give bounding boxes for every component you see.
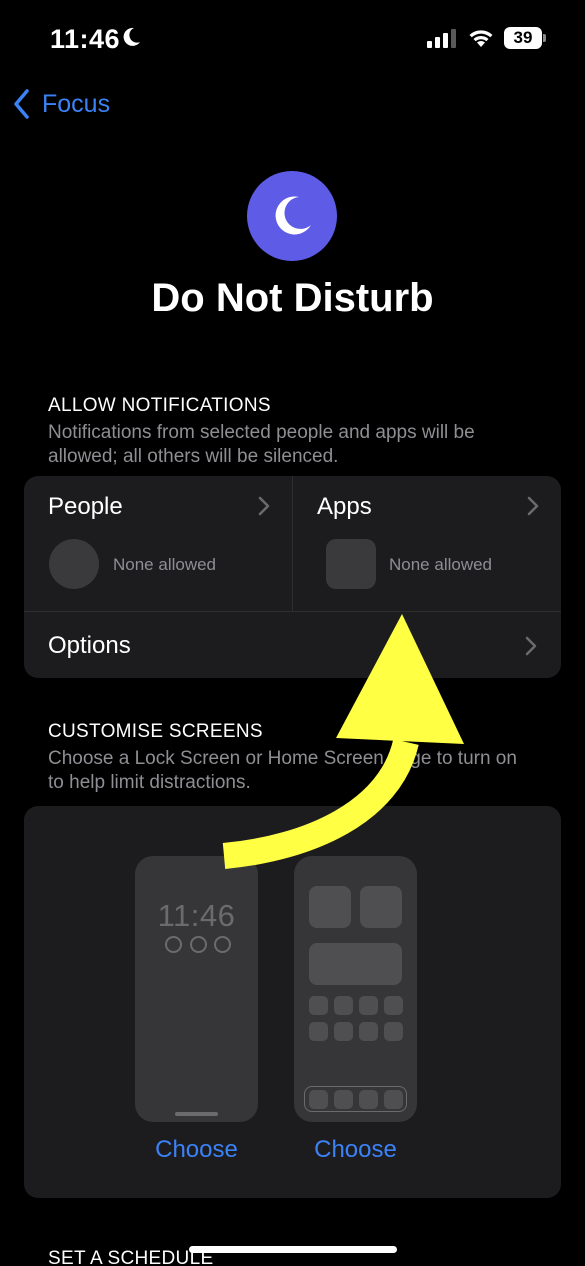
focus-moon-icon	[123, 27, 140, 46]
customise-screens-description: Choose a Lock Screen or Home Screen page…	[48, 748, 517, 793]
app-icon	[384, 996, 403, 1015]
home-screen-preview[interactable]	[294, 856, 417, 1122]
apps-label: Apps	[317, 493, 372, 520]
app-icon	[334, 996, 353, 1015]
widget-small	[360, 886, 402, 928]
choose-home-screen-button[interactable]: Choose	[294, 1136, 417, 1164]
cellular-signal-icon	[427, 29, 456, 48]
people-avatar-placeholder	[49, 539, 99, 589]
chevron-left-icon	[14, 89, 29, 119]
lock-screen-time: 11:46	[157, 898, 236, 933]
options-label: Options	[48, 632, 131, 659]
options-row[interactable]: Options	[24, 611, 561, 678]
app-icon	[359, 996, 378, 1015]
people-label: People	[48, 493, 123, 520]
back-button[interactable]: Focus	[12, 86, 110, 122]
wifi-icon	[469, 30, 493, 47]
do-not-disturb-icon	[247, 171, 337, 261]
chevron-right-icon	[525, 636, 537, 656]
lock-widget-circles	[165, 936, 231, 954]
customise-screens-card: 11:46 Choose Choose	[24, 806, 561, 1198]
choose-lock-screen-button[interactable]: Choose	[135, 1136, 258, 1164]
apps-cell[interactable]: Apps None allowed	[292, 476, 561, 611]
app-icon	[384, 1022, 403, 1041]
dock-app-icon	[334, 1090, 353, 1109]
people-cell[interactable]: People None allowed	[24, 476, 292, 611]
dock-app-icon	[309, 1090, 328, 1109]
dock-app-icon	[359, 1090, 378, 1109]
battery-icon: 39	[504, 27, 546, 49]
allow-notifications-header: ALLOW NOTIFICATIONS	[48, 395, 271, 416]
app-icon	[309, 996, 328, 1015]
app-icon-placeholder	[326, 539, 376, 589]
chevron-right-icon	[527, 496, 539, 516]
apps-value: None allowed	[389, 555, 493, 574]
battery-level: 39	[513, 28, 533, 47]
widget-small	[309, 886, 351, 928]
moon-icon	[275, 196, 311, 235]
widget-medium	[309, 943, 402, 985]
allow-notifications-card: People None allowed Apps None allowed Op…	[24, 476, 561, 678]
status-time: 11:46	[50, 24, 121, 54]
lock-home-indicator	[175, 1112, 218, 1116]
dock-app-icon	[384, 1090, 403, 1109]
app-icon	[309, 1022, 328, 1041]
chevron-right-icon	[258, 496, 270, 516]
status-bar: 11:46 39	[0, 0, 585, 80]
home-indicator[interactable]	[189, 1246, 397, 1253]
people-value: None allowed	[113, 555, 217, 574]
allow-notifications-description: Notifications from selected people and a…	[48, 422, 475, 467]
app-icon	[334, 1022, 353, 1041]
app-icon	[359, 1022, 378, 1041]
page-title: Do Not Disturb	[151, 276, 434, 320]
lock-screen-preview[interactable]: 11:46	[135, 856, 258, 1122]
customise-screens-header: CUSTOMISE SCREENS	[48, 721, 263, 742]
back-label: Focus	[42, 89, 111, 118]
